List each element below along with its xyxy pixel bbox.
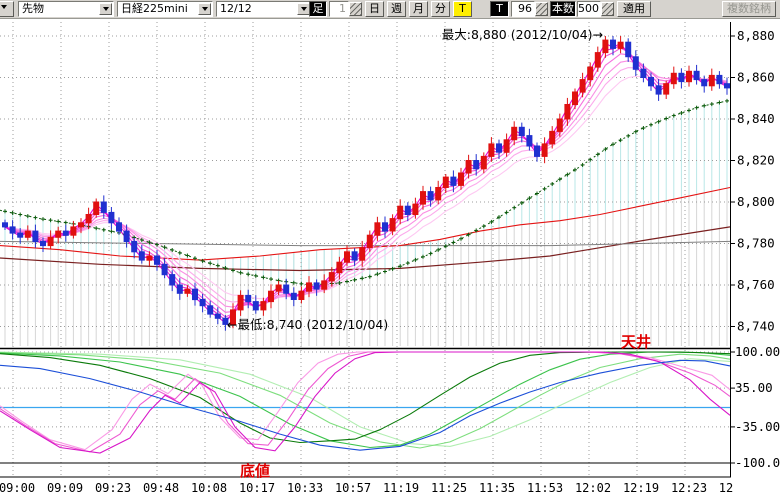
- price-tick-label: 8,860: [737, 70, 775, 85]
- apply-button[interactable]: 適用: [617, 1, 651, 17]
- time-tick-label: 12: [719, 481, 733, 495]
- ceiling-label: 天井: [621, 333, 651, 351]
- oscillator-tick-label: -100.00: [735, 455, 780, 470]
- bar-count-spinner-icon[interactable]: [601, 2, 614, 16]
- price-tick-label: 8,840: [737, 111, 775, 126]
- interval-spinner-icon[interactable]: [349, 2, 362, 16]
- max-annotation: 最大:8,880 (2012/10/04)→: [442, 27, 603, 42]
- time-tick-label: 11:35: [479, 481, 515, 495]
- ma-ribbon-layer: [5, 43, 727, 323]
- bar-type-button[interactable]: 足: [309, 1, 327, 17]
- price-tick-label: 8,760: [737, 277, 775, 292]
- contract-month-select[interactable]: 12/12: [216, 1, 312, 17]
- price-tick-label: 8,800: [737, 194, 775, 209]
- time-tick-label: 12:19: [623, 481, 659, 495]
- min-annotation: ←最低:8,740 (2012/10/04): [227, 317, 388, 332]
- time-tick-label: 12:23: [671, 481, 707, 495]
- price-tick-label: 8,740: [737, 319, 775, 334]
- chart-root: 8,880 8,860 8,840 8,820 8,800 8,780 8,760 8,740…: [0, 0, 780, 500]
- tick-mode-button[interactable]: T: [453, 1, 472, 17]
- time-tick-label: 10:57: [335, 481, 371, 495]
- multi-symbol-button[interactable]: 複数銘柄: [722, 1, 776, 17]
- partial-dropdown-button[interactable]: [0, 1, 14, 17]
- period-month-button[interactable]: 月: [409, 1, 428, 17]
- period-minute-button[interactable]: 分: [431, 1, 450, 17]
- chevron-down-icon: [1, 5, 7, 12]
- time-tick-label: 12:02: [575, 481, 611, 495]
- frame-layer: [0, 22, 731, 477]
- chevron-down-icon[interactable]: [99, 3, 112, 15]
- time-tick-label: 11:25: [431, 481, 467, 495]
- price-tick-label: 8,820: [737, 153, 775, 168]
- time-tick-label: 09:23: [95, 481, 131, 495]
- contract-month-value: 12/12: [220, 2, 252, 15]
- instrument-value: 日経225mini: [121, 2, 188, 15]
- time-tick-label: 11:53: [527, 481, 563, 495]
- period-week-button[interactable]: 週: [387, 1, 406, 17]
- oscillator-tick-label: -35.00: [735, 419, 780, 434]
- time-tick-label: 10:08: [191, 481, 227, 495]
- interval-input[interactable]: 1: [329, 1, 349, 17]
- price-tick-label: 8,880: [737, 28, 775, 43]
- bar-count-input[interactable]: 500: [577, 1, 601, 17]
- price-tick-label: 8,780: [737, 236, 775, 251]
- oscillator-tick-label: 35.00: [735, 380, 773, 395]
- time-tick-label: 09:09: [47, 481, 83, 495]
- toolbar: 先物 日経225mini 12/12 足 1 日 週 月 分 T T 96 本数…: [0, 0, 780, 19]
- chart-canvas[interactable]: 8,880 8,860 8,840 8,820 8,800 8,780 8,760 8,740…: [0, 0, 780, 500]
- bar-count-label: 本数: [550, 1, 576, 17]
- instrument-type-select[interactable]: 先物: [18, 1, 114, 17]
- chevron-down-icon[interactable]: [198, 3, 211, 15]
- time-tick-label: 09:48: [143, 481, 179, 495]
- tick-count-input[interactable]: 96: [511, 1, 535, 17]
- oscillator-tick-label: 100.00: [735, 344, 780, 359]
- time-tick-label: 09:00: [0, 481, 35, 495]
- period-day-button[interactable]: 日: [365, 1, 384, 17]
- time-tick-label: 10:33: [287, 481, 323, 495]
- time-tick-label: 10:17: [239, 481, 275, 495]
- instrument-select[interactable]: 日経225mini: [117, 1, 213, 17]
- bottom-label: 底値: [240, 462, 270, 480]
- tick-label: T: [490, 1, 509, 17]
- tick-count-spinner-icon[interactable]: [535, 2, 548, 16]
- time-tick-label: 11:19: [383, 481, 419, 495]
- instrument-type-value: 先物: [22, 2, 44, 15]
